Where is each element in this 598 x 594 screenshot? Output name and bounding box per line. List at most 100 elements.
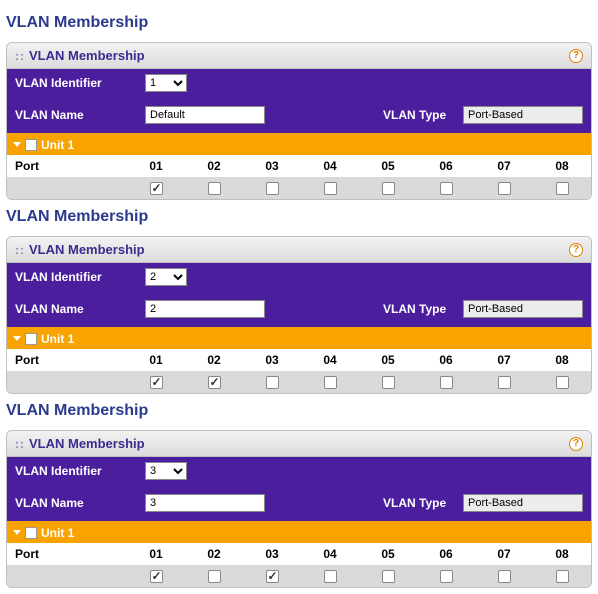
port-checkbox-07[interactable] bbox=[498, 570, 511, 583]
port-col-05: 05 bbox=[359, 543, 417, 565]
row-unit: Unit 1 bbox=[7, 327, 591, 349]
port-checkbox-01[interactable] bbox=[150, 182, 163, 195]
label-vlan-type: VLAN Type bbox=[375, 97, 455, 133]
panel-header: ::VLAN Membership? bbox=[7, 43, 591, 69]
port-header-row: Port0102030405060708 bbox=[7, 543, 591, 565]
vlan-type-field bbox=[463, 106, 583, 124]
vlan-name-input[interactable] bbox=[145, 106, 265, 124]
port-col-04: 04 bbox=[301, 349, 359, 371]
vlan-form-table: VLAN Identifier3VLAN Name VLAN Type Unit 1 bbox=[7, 457, 591, 543]
row-vlan-identifier: VLAN Identifier 2 bbox=[7, 263, 591, 291]
port-checkbox-row bbox=[7, 177, 591, 199]
unit-checkbox[interactable] bbox=[25, 527, 37, 539]
vlan-type-field bbox=[463, 300, 583, 318]
unit-checkbox[interactable] bbox=[25, 139, 37, 151]
port-checkbox-01[interactable] bbox=[150, 376, 163, 389]
port-col-05: 05 bbox=[359, 155, 417, 177]
help-icon[interactable]: ? bbox=[569, 49, 583, 63]
vlan-form-table: VLAN Identifier1VLAN Name VLAN Type Unit 1 bbox=[7, 69, 591, 155]
page-heading: VLAN Membership bbox=[6, 14, 592, 32]
port-checkbox-08[interactable] bbox=[556, 376, 569, 389]
port-label: Port bbox=[7, 349, 127, 371]
port-col-02: 02 bbox=[185, 349, 243, 371]
port-table: Port0102030405060708 bbox=[7, 155, 591, 199]
port-header-row: Port0102030405060708 bbox=[7, 155, 591, 177]
port-col-07: 07 bbox=[475, 155, 533, 177]
port-col-06: 06 bbox=[417, 349, 475, 371]
port-checkbox-08[interactable] bbox=[556, 182, 569, 195]
unit-toggle[interactable]: Unit 1 bbox=[13, 138, 74, 152]
label-vlan-id: VLAN Identifier bbox=[7, 263, 137, 291]
panel-dots-icon: :: bbox=[15, 437, 25, 451]
row-vlan-identifier: VLAN Identifier3 bbox=[7, 457, 591, 485]
port-label: Port bbox=[7, 543, 127, 565]
port-col-01: 01 bbox=[127, 155, 185, 177]
help-icon[interactable]: ? bbox=[569, 437, 583, 451]
port-checkbox-03[interactable] bbox=[266, 182, 279, 195]
unit-toggle[interactable]: Unit 1 bbox=[13, 526, 74, 540]
row-vlan-identifier: VLAN Identifier1 bbox=[7, 69, 591, 97]
panel-dots-icon: :: bbox=[15, 243, 25, 257]
port-checkbox-05[interactable] bbox=[382, 376, 395, 389]
panel-dots-icon: :: bbox=[15, 49, 25, 63]
port-checkbox-07[interactable] bbox=[498, 376, 511, 389]
chevron-down-icon bbox=[13, 336, 21, 341]
port-checkbox-06[interactable] bbox=[440, 182, 453, 195]
label-vlan-name: VLAN Name bbox=[7, 97, 137, 133]
port-checkbox-02[interactable] bbox=[208, 570, 221, 583]
help-icon[interactable]: ? bbox=[569, 243, 583, 257]
row-unit: Unit 1 bbox=[7, 133, 591, 155]
port-checkbox-row bbox=[7, 371, 591, 393]
port-checkbox-07[interactable] bbox=[498, 182, 511, 195]
port-checkbox-01[interactable] bbox=[150, 570, 163, 583]
vlan-membership-panel: ::VLAN Membership?VLAN Identifier2VLAN N… bbox=[6, 236, 592, 394]
label-vlan-type: VLAN Type bbox=[375, 291, 455, 327]
port-checkbox-03[interactable] bbox=[266, 570, 279, 583]
row-vlan-name-type: VLAN Name VLAN Type bbox=[7, 485, 591, 521]
port-col-06: 06 bbox=[417, 155, 475, 177]
panel-header: ::VLAN Membership? bbox=[7, 431, 591, 457]
port-label: Port bbox=[7, 155, 127, 177]
port-checkbox-04[interactable] bbox=[324, 570, 337, 583]
port-col-01: 01 bbox=[127, 543, 185, 565]
label-vlan-name: VLAN Name bbox=[7, 485, 137, 521]
port-checkbox-05[interactable] bbox=[382, 570, 395, 583]
vlan-name-input[interactable] bbox=[145, 494, 265, 512]
port-checkbox-02[interactable] bbox=[208, 376, 221, 389]
vlan-id-select[interactable]: 3 bbox=[145, 462, 187, 480]
unit-label: Unit 1 bbox=[41, 526, 74, 540]
port-col-03: 03 bbox=[243, 543, 301, 565]
port-table: Port0102030405060708 bbox=[7, 543, 591, 587]
port-header-row: Port0102030405060708 bbox=[7, 349, 591, 371]
port-col-08: 08 bbox=[533, 543, 591, 565]
port-checkbox-04[interactable] bbox=[324, 376, 337, 389]
port-col-07: 07 bbox=[475, 349, 533, 371]
panel-title: VLAN Membership bbox=[29, 48, 569, 63]
page-heading: VLAN Membership bbox=[6, 208, 592, 226]
port-col-02: 02 bbox=[185, 155, 243, 177]
port-checkbox-06[interactable] bbox=[440, 570, 453, 583]
port-checkbox-04[interactable] bbox=[324, 182, 337, 195]
unit-toggle[interactable]: Unit 1 bbox=[13, 332, 74, 346]
port-col-08: 08 bbox=[533, 349, 591, 371]
port-checkbox-03[interactable] bbox=[266, 376, 279, 389]
row-vlan-name-type: VLAN Name VLAN Type bbox=[7, 97, 591, 133]
port-col-02: 02 bbox=[185, 543, 243, 565]
port-checkbox-05[interactable] bbox=[382, 182, 395, 195]
port-checkbox-08[interactable] bbox=[556, 570, 569, 583]
panel-header: ::VLAN Membership? bbox=[7, 237, 591, 263]
panel-title: VLAN Membership bbox=[29, 242, 569, 257]
vlan-membership-panel: ::VLAN Membership?VLAN Identifier1VLAN N… bbox=[6, 42, 592, 200]
port-col-05: 05 bbox=[359, 349, 417, 371]
port-col-01: 01 bbox=[127, 349, 185, 371]
label-vlan-type: VLAN Type bbox=[375, 485, 455, 521]
unit-checkbox[interactable] bbox=[25, 333, 37, 345]
vlan-id-select[interactable]: 1 bbox=[145, 74, 187, 92]
port-col-06: 06 bbox=[417, 543, 475, 565]
unit-label: Unit 1 bbox=[41, 138, 74, 152]
port-checkbox-06[interactable] bbox=[440, 376, 453, 389]
port-col-04: 04 bbox=[301, 155, 359, 177]
vlan-name-input[interactable] bbox=[145, 300, 265, 318]
vlan-id-select[interactable]: 2 bbox=[145, 268, 187, 286]
port-checkbox-02[interactable] bbox=[208, 182, 221, 195]
